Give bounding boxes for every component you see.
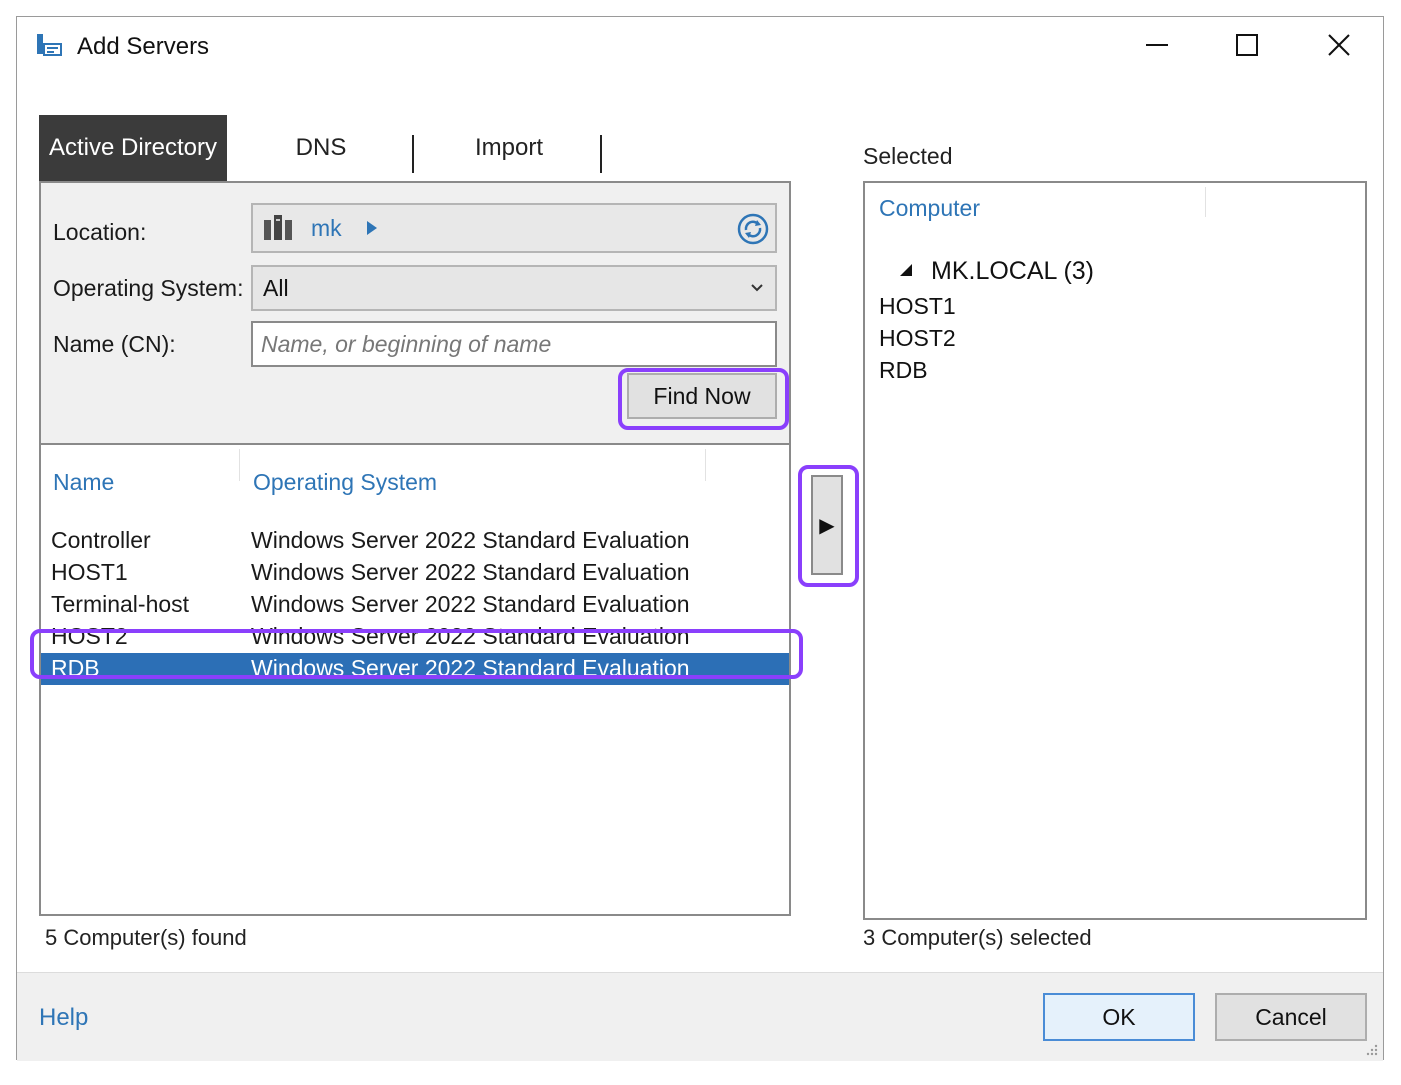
column-header-name[interactable]: Name [53, 469, 114, 496]
tab-dns[interactable]: DNS [257, 115, 385, 181]
tab-active-directory[interactable]: Active Directory [39, 115, 227, 181]
selected-item[interactable]: HOST2 [879, 325, 956, 352]
os-select[interactable]: All [251, 265, 777, 311]
row-os: Windows Server 2022 Standard Evaluation [251, 527, 690, 553]
column-divider[interactable] [1205, 187, 1206, 217]
results-list[interactable]: Name Operating System Controller Windows… [39, 443, 791, 916]
minimize-icon [1145, 33, 1169, 62]
table-row[interactable]: Controller Windows Server 2022 Standard … [41, 525, 789, 557]
maximize-icon [1235, 33, 1259, 62]
row-name: Controller [51, 527, 151, 553]
add-button-highlight [798, 465, 859, 587]
domain-group[interactable]: MK.LOCAL (3) [931, 257, 1094, 286]
location-value: mk [311, 215, 342, 241]
cancel-button[interactable]: Cancel [1215, 993, 1367, 1041]
add-servers-dialog: Add Servers Active Directory DNS Import … [16, 16, 1384, 1061]
selected-list[interactable]: Computer MK.LOCAL (3) HOST1 HOST2 RDB [863, 181, 1367, 920]
resize-grip-icon[interactable] [1363, 1041, 1379, 1062]
maximize-button[interactable] [1217, 27, 1277, 67]
window-title: Add Servers [77, 33, 210, 60]
os-label: Operating System: [53, 275, 244, 301]
os-select-value: All [263, 275, 289, 301]
name-input[interactable] [251, 321, 777, 367]
location-field[interactable]: mk [251, 203, 777, 253]
column-divider[interactable] [239, 449, 240, 481]
selected-count: 3 Computer(s) selected [863, 925, 1092, 950]
triangle-expanded-icon[interactable] [899, 263, 913, 282]
minimize-button[interactable] [1127, 27, 1187, 67]
row-name: HOST1 [51, 559, 128, 585]
chevron-down-icon [749, 279, 765, 300]
row-os: Windows Server 2022 Standard Evaluation [251, 559, 690, 585]
results-count: 5 Computer(s) found [45, 925, 247, 950]
table-row[interactable]: Terminal-host Windows Server 2022 Standa… [41, 589, 789, 621]
tab-import[interactable]: Import [437, 115, 581, 181]
row-name: Terminal-host [51, 591, 190, 617]
location-label: Location: [53, 219, 147, 245]
dialog-footer: Help OK Cancel [17, 972, 1383, 1061]
column-divider[interactable] [705, 449, 706, 481]
close-button[interactable] [1309, 27, 1369, 67]
help-link[interactable]: Help [39, 1004, 88, 1032]
name-label: Name (CN): [53, 331, 176, 357]
breadcrumb-arrow-icon[interactable] [365, 219, 379, 242]
find-now-highlight [618, 368, 789, 430]
refresh-icon[interactable] [737, 213, 769, 250]
table-row[interactable]: HOST1 Windows Server 2022 Standard Evalu… [41, 557, 789, 589]
selected-item[interactable]: HOST1 [879, 293, 956, 320]
ok-button[interactable]: OK [1043, 993, 1195, 1041]
selected-row-highlight [30, 629, 803, 679]
selected-title: Selected [863, 143, 953, 169]
server-manager-icon [35, 31, 63, 59]
server-tower-icon [263, 214, 293, 247]
tab-divider [600, 135, 602, 173]
tab-divider [412, 135, 414, 173]
close-icon [1327, 33, 1351, 62]
row-os: Windows Server 2022 Standard Evaluation [251, 591, 690, 617]
selected-item[interactable]: RDB [879, 357, 928, 384]
title-bar: Add Servers [17, 17, 1383, 79]
column-header-computer[interactable]: Computer [879, 195, 980, 222]
column-header-os[interactable]: Operating System [253, 469, 437, 496]
